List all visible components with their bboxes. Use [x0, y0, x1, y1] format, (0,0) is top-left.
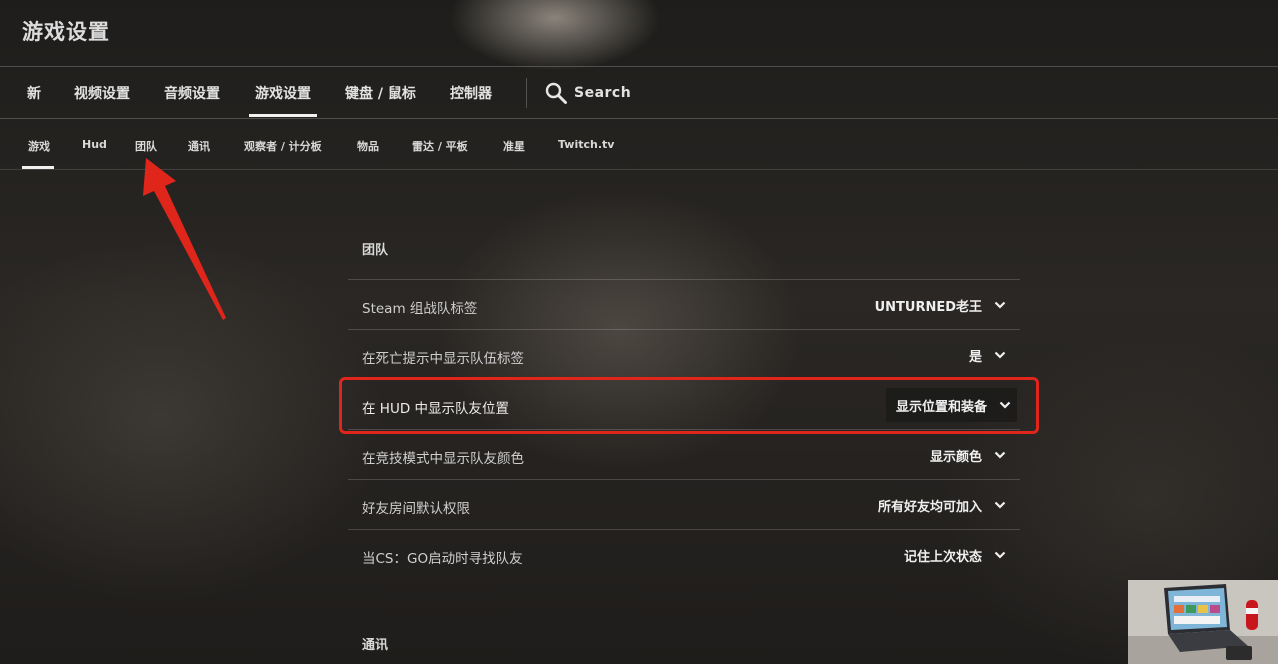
- search-icon: [545, 82, 567, 104]
- tab-game-settings[interactable]: 游戏设置: [249, 83, 317, 117]
- subtab-crosshair[interactable]: 准星: [503, 138, 525, 154]
- tab-separator: [526, 78, 527, 108]
- subtab-hud[interactable]: Hud: [82, 138, 107, 151]
- chevron-down-icon: [994, 551, 1006, 559]
- tab-keyboard-mouse[interactable]: 键盘 / 鼠标: [345, 83, 416, 103]
- tab-controller[interactable]: 控制器: [450, 83, 492, 103]
- setting-label: 当CS：GO启动时寻找队友: [362, 551, 523, 567]
- chevron-down-icon: [994, 501, 1006, 509]
- setting-value: 记住上次状态: [903, 549, 982, 565]
- subtab-radar-tablet[interactable]: 雷达 / 平板: [412, 138, 468, 154]
- setting-value: UNTURNED老王: [874, 299, 982, 315]
- setting-label: 在死亡提示中显示队伍标签: [362, 351, 524, 367]
- setting-label: Steam 组战队标签: [362, 301, 478, 317]
- setting-label: 在竞技模式中显示队友颜色: [362, 451, 524, 467]
- laptop-image: [1128, 580, 1278, 664]
- setting-dropdown[interactable]: 所有好友均可加入: [868, 488, 1006, 522]
- chevron-down-icon: [994, 351, 1006, 359]
- setting-value: 所有好友均可加入: [877, 499, 982, 515]
- setting-dropdown[interactable]: UNTURNED老王: [865, 288, 1006, 322]
- subtab-game[interactable]: 游戏: [22, 138, 54, 169]
- setting-dropdown[interactable]: 是: [959, 338, 1006, 372]
- setting-row: 在竞技模式中显示队友颜色 显示颜色: [348, 429, 1020, 479]
- sub-tab-bar: 游戏 Hud 团队 通讯 观察者 / 计分板 物品 雷达 / 平板 准星 Twi…: [0, 119, 1278, 169]
- main-tab-bar: 新 视频设置 音频设置 游戏设置 键盘 / 鼠标 控制器 Search: [0, 68, 1278, 118]
- video-thumbnail: [1128, 580, 1278, 664]
- setting-row: 好友房间默认权限 所有好友均可加入: [348, 479, 1020, 529]
- header-divider: [0, 66, 1278, 67]
- subtab-twitch[interactable]: Twitch.tv: [558, 138, 614, 151]
- setting-label: 好友房间默认权限: [362, 501, 470, 517]
- search-button[interactable]: Search: [544, 81, 631, 105]
- section-title-team: 团队: [362, 243, 389, 258]
- chevron-down-icon: [994, 451, 1006, 459]
- setting-row: Steam 组战队标签 UNTURNED老王: [348, 279, 1020, 329]
- setting-value: 显示颜色: [929, 449, 982, 465]
- search-label: Search: [574, 85, 632, 101]
- setting-value: 是: [968, 349, 982, 365]
- subtab-items[interactable]: 物品: [357, 138, 379, 154]
- page-title: 游戏设置: [22, 20, 110, 44]
- section-title-comms: 通讯: [362, 638, 389, 653]
- subtab-team[interactable]: 团队: [135, 138, 157, 154]
- setting-dropdown[interactable]: 显示颜色: [920, 438, 1006, 472]
- tab-new[interactable]: 新: [27, 83, 41, 103]
- sub-tab-divider: [0, 169, 1278, 170]
- tab-audio-settings[interactable]: 音频设置: [164, 83, 220, 103]
- setting-dropdown[interactable]: 记住上次状态: [894, 538, 1006, 572]
- setting-row: 当CS：GO启动时寻找队友 记住上次状态: [348, 529, 1020, 579]
- setting-row: 在死亡提示中显示队伍标签 是: [348, 329, 1020, 379]
- highlight-box: [339, 377, 1039, 434]
- subtab-comms[interactable]: 通讯: [188, 138, 210, 154]
- tab-video-settings[interactable]: 视频设置: [74, 83, 130, 103]
- chevron-down-icon: [994, 301, 1006, 309]
- subtab-spectator-scoreboard[interactable]: 观察者 / 计分板: [244, 138, 322, 154]
